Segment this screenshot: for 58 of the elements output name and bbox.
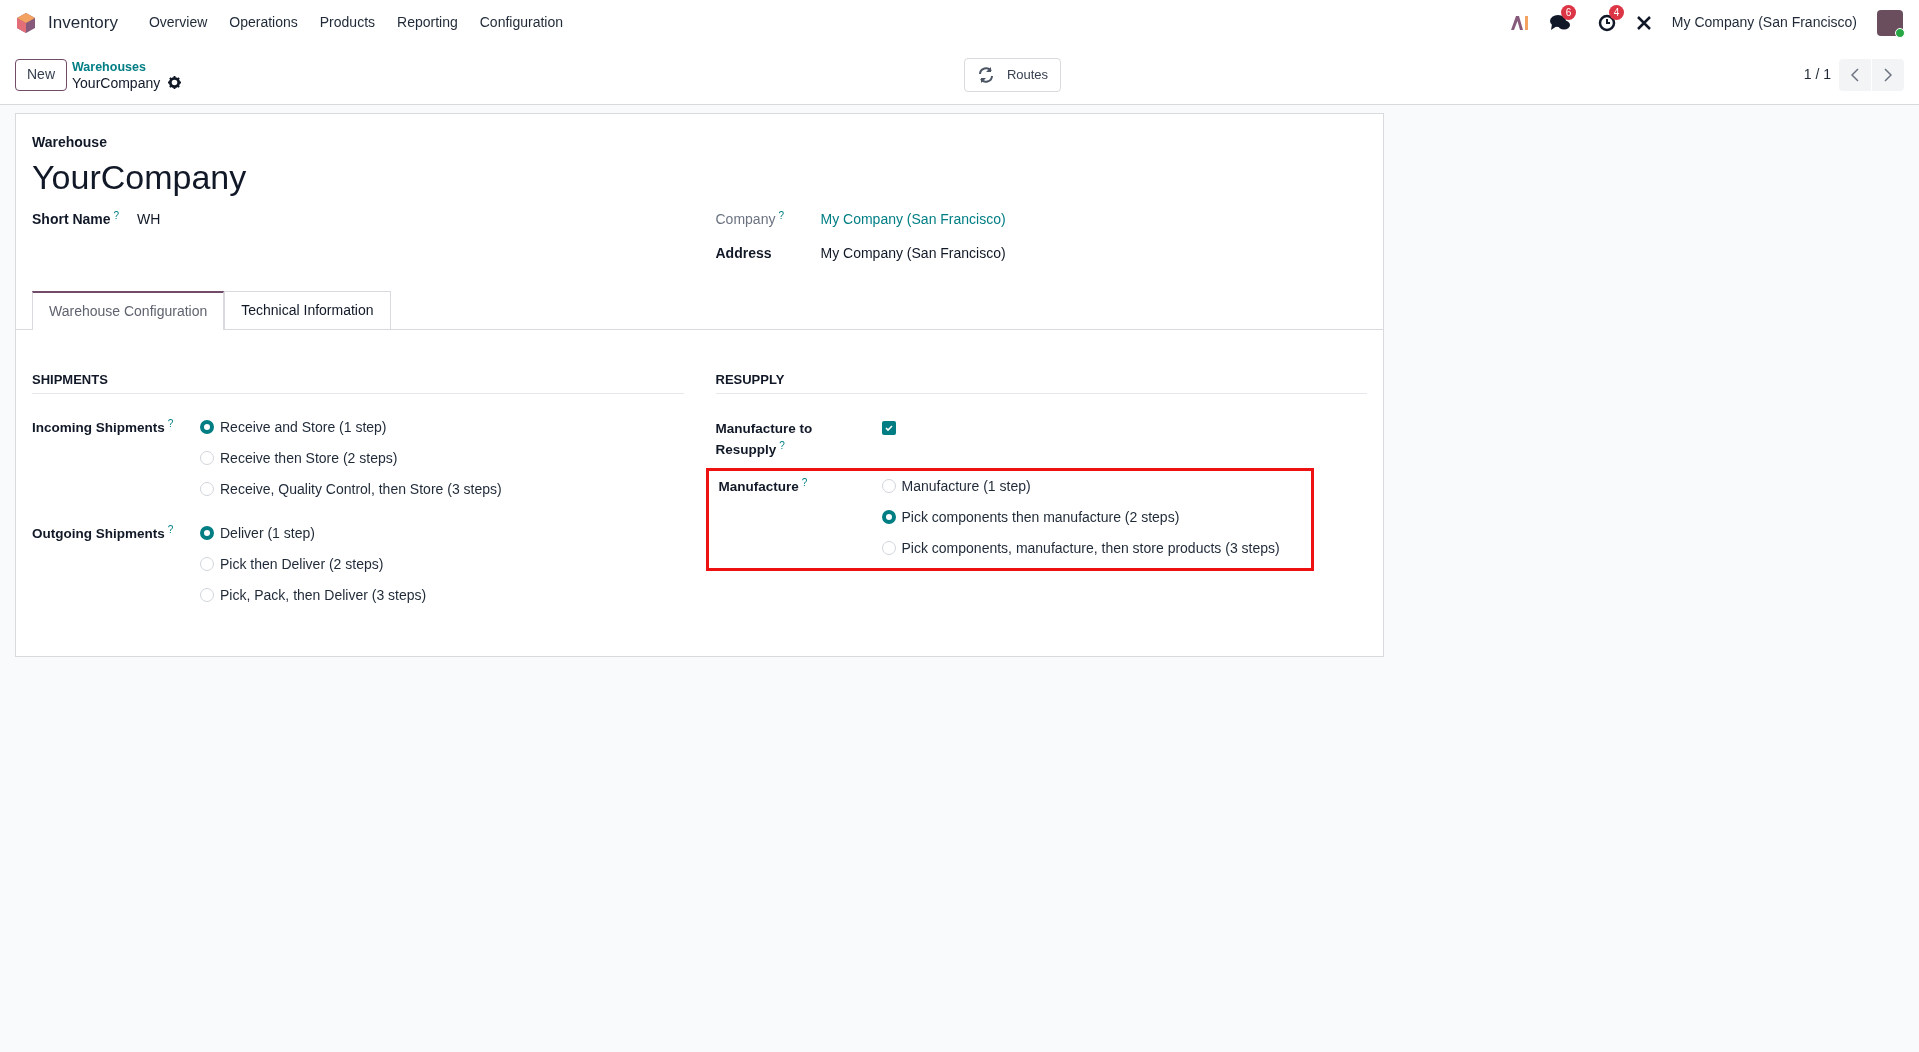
help-icon[interactable]: ? — [167, 523, 174, 535]
check-icon — [883, 422, 894, 433]
title-label: Warehouse — [32, 133, 108, 152]
radio-label[interactable]: Manufacture (1 step) — [901, 475, 1031, 497]
menu-item[interactable]: Operations — [218, 12, 309, 33]
radio-label[interactable]: Pick components then manufacture (2 steps) — [901, 506, 1180, 528]
radio-label[interactable]: Pick components, manufacture, then store products (3 steps) — [901, 537, 1280, 559]
chevron-right-icon — [1884, 67, 1892, 82]
checkbox[interactable] — [881, 420, 896, 435]
new-button[interactable]: New — [15, 58, 67, 91]
help-icon[interactable]: ? — [801, 476, 808, 488]
section-heading: SHIPMENTS — [32, 370, 684, 394]
field-link[interactable]: My Company (San Francisco) — [820, 209, 1006, 230]
field-label: Company $^{?}$ — [715, 209, 785, 229]
help-icon[interactable]: ? — [113, 210, 120, 221]
help-icon[interactable]: ? — [167, 417, 174, 429]
user-avatar[interactable] — [1877, 9, 1903, 36]
field-label: Manufacture $^{?}$ — [718, 475, 809, 496]
field-label: Incoming Shipments $^{?}$ — [32, 416, 175, 437]
radio-label[interactable]: Deliver (1 step) — [220, 522, 315, 544]
clock-icon[interactable] — [1597, 13, 1616, 32]
breadcrumb-link[interactable]: Warehouses — [72, 58, 182, 75]
app-name[interactable]: Inventory — [48, 9, 118, 36]
help-icon[interactable]: ? — [779, 439, 785, 451]
tab[interactable]: Warehouse Configuration — [32, 291, 225, 330]
field-value: WH — [137, 210, 161, 229]
menu-item[interactable]: Overview — [137, 12, 219, 33]
radio-label[interactable]: Receive, Quality Control, then Store (3 steps) — [220, 478, 502, 500]
menu-item[interactable]: Products — [308, 12, 387, 33]
radio-label[interactable]: Receive then Store (2 steps) — [220, 447, 398, 469]
field-label: Address — [715, 244, 773, 263]
app-logo-icon[interactable] — [16, 11, 36, 34]
radio-label[interactable]: Receive and Store (1 step) — [220, 416, 387, 438]
breadcrumb-current: YourCompany — [72, 74, 161, 91]
radio-label[interactable]: Pick then Deliver (2 steps) — [220, 553, 384, 575]
ai-icon[interactable] — [1509, 14, 1530, 31]
radio-button[interactable] — [881, 510, 896, 524]
menu-item[interactable]: Reporting — [386, 12, 469, 33]
routes-button[interactable]: Routes — [963, 57, 1062, 92]
gear-icon[interactable] — [168, 76, 182, 89]
pager-value: 1 / 1 — [1803, 65, 1831, 84]
chevron-left-icon — [1851, 67, 1859, 82]
company-switcher[interactable]: My Company (San Francisco) — [1671, 12, 1857, 33]
tab[interactable]: Technical Information — [224, 291, 391, 330]
record-title: YourCompany — [32, 157, 248, 198]
radio-button[interactable] — [200, 526, 214, 540]
field-label: Outgoing Shipments $^{?}$ — [32, 522, 175, 543]
menu-item[interactable]: Configuration — [468, 12, 574, 33]
help-icon[interactable]: ? — [778, 210, 784, 221]
field-value: My Company (San Francisco) — [820, 244, 1006, 263]
field-label: Short Name $^{?}$ — [32, 209, 121, 229]
notification-badge: 4 — [1608, 4, 1625, 20]
notification-badge: 6 — [1560, 4, 1577, 20]
refresh-icon — [976, 66, 995, 83]
section-heading: RESUPPLY — [715, 370, 1367, 394]
field-label: Manufacture to Resupply $^{?}$ — [715, 419, 814, 459]
radio-button[interactable] — [200, 420, 214, 434]
radio-label[interactable]: Pick, Pack, then Deliver (3 steps) — [220, 584, 427, 606]
